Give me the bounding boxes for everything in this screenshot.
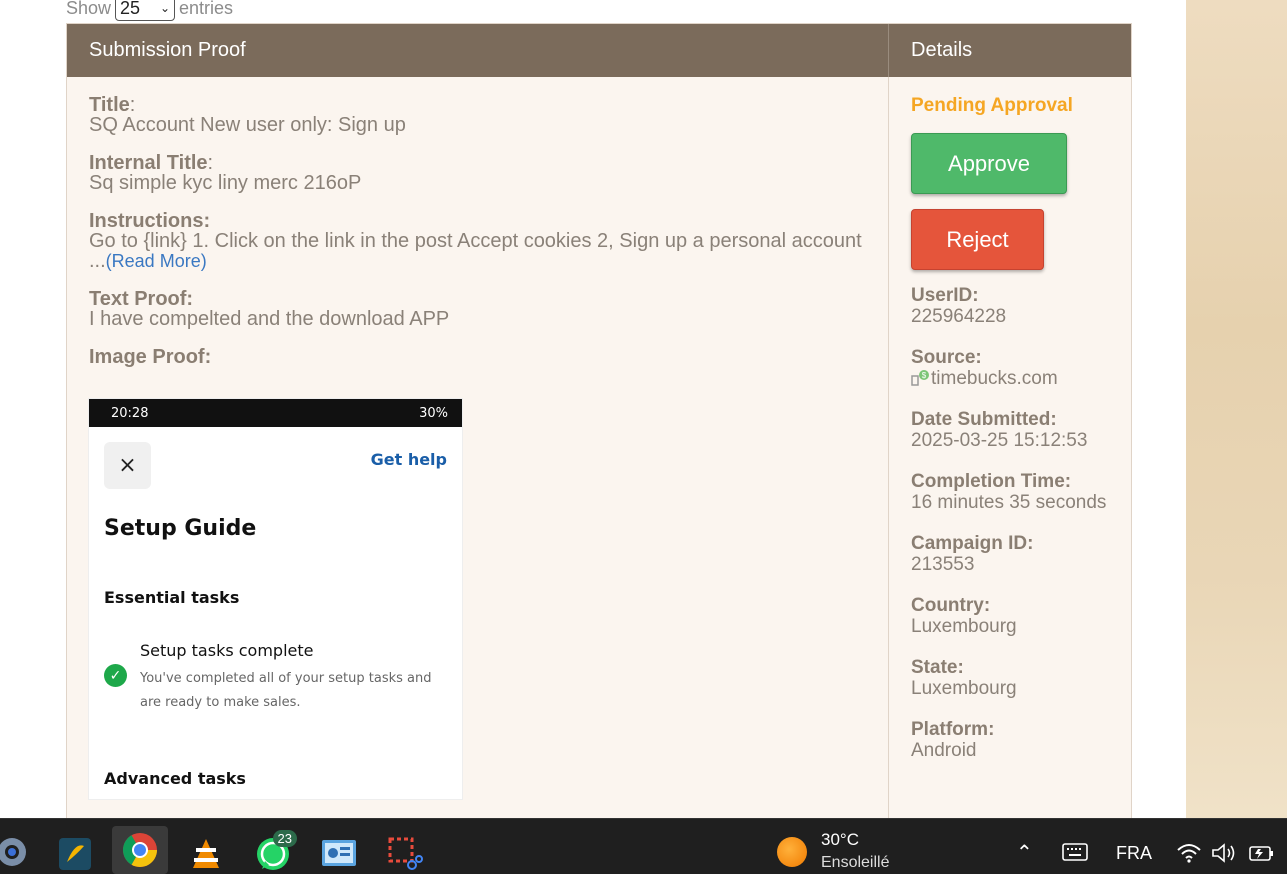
phone-task-desc: You've completed all of your setup tasks… — [140, 671, 432, 710]
volume-icon[interactable] — [1211, 842, 1237, 869]
source-field: Source: $ timebucks.com — [911, 347, 1109, 389]
platform-value: Android — [911, 740, 977, 761]
svg-text:$: $ — [922, 371, 927, 380]
entries-control: Show 25 ⌄ entries — [66, 0, 233, 22]
text-proof-field: Text Proof: I have compelted and the dow… — [89, 289, 866, 329]
whatsapp-badge: 23 — [272, 830, 297, 847]
campaign-value: 213553 — [911, 554, 975, 575]
entries-select[interactable]: 25 ⌄ — [115, 0, 176, 21]
completion-label: Completion Time: — [911, 471, 1072, 492]
source-label: Source: — [911, 347, 982, 368]
state-field: State: Luxembourg — [911, 657, 1109, 699]
instructions-field: Instructions: Go to {link} 1. Click on t… — [89, 211, 866, 271]
source-row: $ timebucks.com — [911, 368, 1109, 389]
weather-desc[interactable]: Ensoleillé — [821, 854, 889, 872]
weather-temp[interactable]: 30°C — [821, 830, 859, 850]
read-more-link[interactable]: (Read More) — [106, 251, 207, 271]
platform-label: Platform: — [911, 719, 995, 740]
state-value: Luxembourg — [911, 678, 1017, 699]
instructions-label: Instructions: — [89, 210, 211, 232]
phone-advanced-heading: Advanced tasks — [104, 769, 246, 788]
settings-icon[interactable] — [0, 832, 32, 872]
country-value: Luxembourg — [911, 616, 1017, 637]
userid-value: 225964228 — [911, 306, 1007, 327]
image-proof-screenshot[interactable]: 20:28 30% × Get help Setup Guide Essenti… — [89, 399, 462, 799]
control-panel-icon[interactable] — [319, 834, 359, 874]
phone-task-title: Setup tasks complete — [140, 641, 314, 660]
wifi-icon[interactable] — [1176, 842, 1202, 869]
close-icon: × — [104, 442, 151, 489]
phone-status-bar: 20:28 30% — [89, 399, 462, 427]
submission-proof-cell: Title: SQ Account New user only: Sign up… — [67, 77, 889, 822]
entries-label: entries — [179, 0, 234, 18]
phone-get-help: Get help — [370, 450, 447, 469]
check-icon: ✓ — [104, 664, 127, 687]
country-field: Country: Luxembourg — [911, 595, 1109, 637]
campaign-label: Campaign ID: — [911, 533, 1034, 554]
whatsapp-icon[interactable]: 23 — [253, 830, 297, 874]
source-value: timebucks.com — [931, 368, 1058, 389]
image-proof-label: Image Proof: — [89, 346, 212, 368]
status-badge: Pending Approval — [911, 95, 1073, 116]
userid-field: UserID: 225964228 — [911, 285, 1109, 327]
completion-field: Completion Time: 16 minutes 35 seconds — [911, 471, 1109, 513]
chrome-icon[interactable] — [112, 826, 168, 874]
keyboard-icon[interactable] — [1062, 842, 1088, 867]
date-field: Date Submitted: 2025-03-25 15:12:53 — [911, 409, 1109, 451]
app-icon[interactable] — [55, 834, 95, 874]
image-proof-field: Image Proof: — [89, 347, 866, 367]
internal-title-field: Internal Title: Sq simple kyc liny merc … — [89, 152, 362, 194]
date-label: Date Submitted: — [911, 409, 1057, 430]
chevron-up-icon[interactable]: ⌃ — [1016, 840, 1033, 865]
phone-essential-heading: Essential tasks — [104, 588, 240, 607]
date-value: 2025-03-25 15:12:53 — [911, 430, 1088, 451]
details-cell: Pending Approval Approve Reject UserID: … — [889, 77, 1131, 822]
internal-title-value: Sq simple kyc liny merc 216oP — [89, 172, 362, 194]
title-field: Title: SQ Account New user only: Sign up — [89, 94, 406, 136]
header-submission-proof[interactable]: Submission Proof — [67, 24, 889, 77]
internal-title-label: Internal Title — [89, 152, 208, 174]
platform-field: Platform: Android — [911, 719, 1109, 761]
phone-battery: 30% — [419, 405, 448, 421]
text-proof-label: Text Proof: — [89, 288, 194, 310]
snipping-tool-icon[interactable] — [385, 834, 425, 874]
table-header: Submission Proof Details — [67, 24, 1131, 77]
table-row: Title: SQ Account New user only: Sign up… — [67, 77, 1131, 822]
desktop-background — [1186, 0, 1287, 818]
text-proof-value: I have compelted and the download APP — [89, 308, 450, 330]
country-label: Country: — [911, 595, 991, 616]
campaign-field: Campaign ID: 213553 — [911, 533, 1109, 575]
chevron-down-icon: ⌄ — [159, 1, 171, 15]
phone-setup-title: Setup Guide — [104, 516, 257, 541]
submissions-table: Submission Proof Details Title: SQ Accou… — [66, 23, 1132, 823]
reject-button[interactable]: Reject — [911, 209, 1044, 270]
title-label: Title — [89, 94, 130, 116]
show-label: Show — [66, 0, 112, 18]
entries-value: 25 — [120, 0, 141, 18]
completion-value: 16 minutes 35 seconds — [911, 492, 1107, 513]
approve-button[interactable]: Approve — [911, 133, 1067, 194]
weather-sun-icon[interactable] — [777, 837, 807, 867]
state-label: State: — [911, 657, 964, 678]
title-value: SQ Account New user only: Sign up — [89, 114, 406, 136]
battery-icon[interactable] — [1248, 842, 1276, 869]
header-details[interactable]: Details — [889, 24, 1131, 77]
userid-label: UserID: — [911, 285, 979, 306]
language-indicator[interactable]: FRA — [1116, 843, 1152, 864]
vlc-icon[interactable] — [186, 834, 226, 874]
phone-time: 20:28 — [111, 405, 149, 421]
source-icon: $ — [911, 370, 929, 386]
